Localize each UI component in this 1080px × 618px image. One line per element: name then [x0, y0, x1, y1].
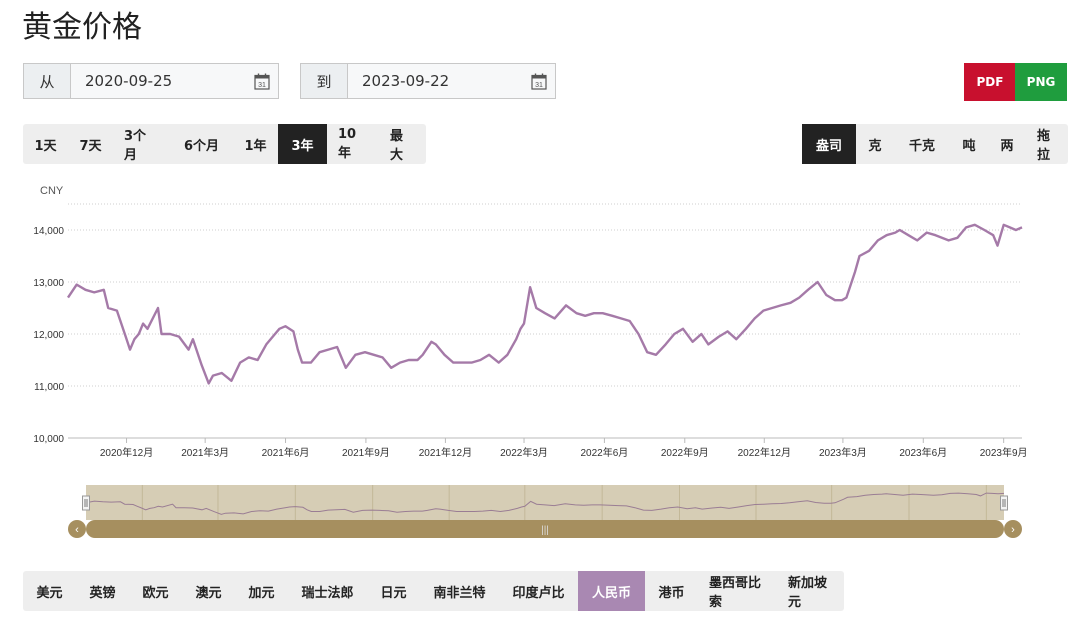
- range-option-3[interactable]: 6个月: [170, 124, 233, 164]
- calendar-icon[interactable]: 31: [246, 64, 278, 98]
- from-date-field[interactable]: 从 2020-09-25 31: [23, 63, 279, 99]
- x-tick-label: 2023年9月: [980, 446, 1028, 459]
- unit-selector: 盎司克千克吨两拖拉: [802, 124, 1068, 164]
- from-date-input[interactable]: 2020-09-25: [71, 64, 246, 98]
- x-tick-label: 2021年3月: [181, 446, 229, 459]
- svg-text:31: 31: [535, 82, 543, 89]
- currency-option-6[interactable]: 日元: [367, 571, 420, 611]
- range-option-2[interactable]: 3个月: [113, 124, 170, 164]
- x-tick-label: 2023年6月: [899, 446, 947, 459]
- navigator-left-handle[interactable]: [82, 495, 90, 511]
- currency-option-10[interactable]: 港币: [645, 571, 698, 611]
- unit-option-5[interactable]: 拖拉: [1026, 124, 1068, 164]
- currency-selector: 美元 英镑 欧元 澳元 加元 瑞士法郎 日元 南非兰特 印度卢比 人民币 港币 墨西哥比索 新加坡元: [23, 571, 844, 611]
- to-date-input[interactable]: 2023-09-22: [348, 64, 523, 98]
- gold-price-chart[interactable]: CNY 10,000 11,000 12,000 13,000 14,000 2020年12…: [0, 172, 1080, 552]
- unit-option-0[interactable]: 盎司: [802, 124, 856, 164]
- range-option-4[interactable]: 1年: [233, 124, 278, 164]
- unit-option-4[interactable]: 两: [988, 124, 1026, 164]
- png-export-button[interactable]: PNG: [1015, 63, 1067, 101]
- y-tick-label: 13,000: [33, 278, 64, 289]
- from-label: 从: [24, 64, 71, 98]
- range-option-1[interactable]: 7天: [68, 124, 113, 164]
- y-tick-label: 12,000: [33, 330, 64, 341]
- navigator-window: [86, 485, 1004, 520]
- currency-option-12[interactable]: 新加坡元: [777, 571, 844, 611]
- price-line: [67, 223, 1023, 385]
- currency-option-3[interactable]: 澳元: [182, 571, 235, 611]
- page-title: 黄金价格: [22, 10, 142, 45]
- x-tick-label: 2022年12月: [738, 446, 791, 459]
- unit-option-1[interactable]: 克: [856, 124, 894, 164]
- range-option-5[interactable]: 3年: [278, 124, 327, 164]
- pdf-export-button[interactable]: PDF: [964, 63, 1016, 101]
- to-label: 到: [301, 64, 348, 98]
- currency-option-2[interactable]: 欧元: [129, 571, 182, 611]
- y-tick-label: 14,000: [33, 226, 64, 237]
- x-tick-label: 2020年12月: [100, 446, 153, 459]
- x-tick-label: 2022年6月: [581, 446, 629, 459]
- y-tick-label: 10,000: [33, 434, 64, 445]
- x-tick-label: 2021年12月: [419, 446, 472, 459]
- x-tick-label: 2022年9月: [661, 446, 709, 459]
- x-tick-label: 2021年9月: [342, 446, 390, 459]
- unit-option-2[interactable]: 千克: [894, 124, 950, 164]
- currency-option-11[interactable]: 墨西哥比索: [698, 571, 777, 611]
- scroll-right-button[interactable]: ›: [1004, 520, 1022, 538]
- to-date-field[interactable]: 到 2023-09-22 31: [300, 63, 556, 99]
- range-option-7[interactable]: 最大: [379, 124, 426, 164]
- y-tick-label: 11,000: [34, 382, 64, 393]
- range-option-6[interactable]: 10年: [327, 124, 379, 164]
- scroll-left-button[interactable]: ‹: [68, 520, 86, 538]
- time-range-selector: 1天 7天 3个月 6个月 1年 3年 10年 最大: [23, 124, 426, 164]
- calendar-icon[interactable]: 31: [523, 64, 555, 98]
- scrollbar-grip-icon: |||: [541, 525, 549, 536]
- currency-option-4[interactable]: 加元: [235, 571, 288, 611]
- currency-option-1[interactable]: 英镑: [76, 571, 129, 611]
- x-tick-label: 2021年6月: [262, 446, 310, 459]
- navigator-right-handle[interactable]: [1000, 495, 1008, 511]
- y-unit-label: CNY: [40, 185, 64, 197]
- x-tick-label: 2022年3月: [500, 446, 548, 459]
- x-tick-label: 2023年3月: [819, 446, 867, 459]
- currency-option-8[interactable]: 印度卢比: [499, 571, 578, 611]
- svg-text:31: 31: [258, 82, 266, 89]
- svg-text:›: ›: [1011, 524, 1015, 536]
- currency-option-9[interactable]: 人民币: [578, 571, 645, 611]
- currency-option-0[interactable]: 美元: [23, 571, 76, 611]
- currency-option-7[interactable]: 南非兰特: [420, 571, 499, 611]
- currency-option-5[interactable]: 瑞士法郎: [288, 571, 367, 611]
- range-option-0[interactable]: 1天: [23, 124, 68, 164]
- svg-text:‹: ‹: [75, 524, 79, 536]
- unit-option-3[interactable]: 吨: [950, 124, 988, 164]
